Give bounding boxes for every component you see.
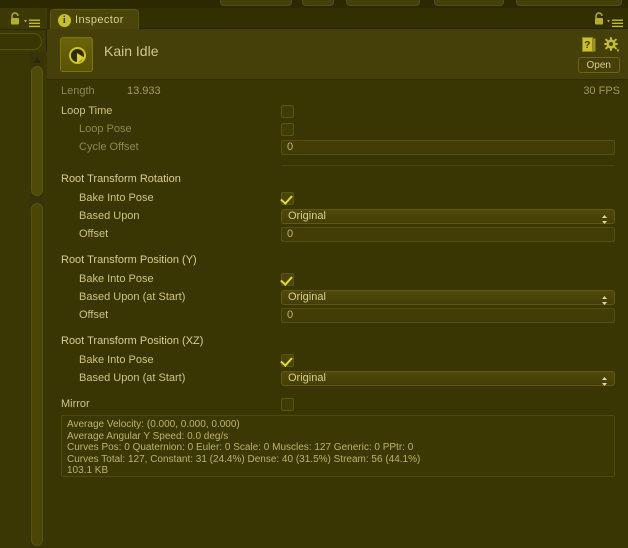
bake-into-pose-label: Bake Into Pose xyxy=(79,273,154,285)
gear-icon[interactable] xyxy=(604,37,620,53)
clip-stats-box: Average Velocity: (0.000, 0.000, 0.000) … xyxy=(61,415,615,477)
row-mirror[interactable]: Mirror xyxy=(47,393,628,415)
stat-line: Average Velocity: (0.000, 0.000, 0.000) xyxy=(67,419,240,430)
toolbar-button[interactable] xyxy=(302,0,334,6)
chevron-updown-icon xyxy=(601,293,608,305)
fps-value: 30 FPS xyxy=(583,85,620,97)
row-posy-offset[interactable]: Offset 0 xyxy=(47,306,628,324)
bake-into-pose-label: Bake Into Pose xyxy=(79,192,154,204)
row-posxz-based-upon[interactable]: Based Upon (at Start) Original xyxy=(47,369,628,387)
row-cycle-offset[interactable]: Cycle Offset 0 xyxy=(47,138,628,156)
offset-value: 0 xyxy=(287,309,294,321)
section-title: Root Transform Position (Y) xyxy=(61,254,197,266)
loop-pose-checkbox[interactable] xyxy=(281,123,294,136)
row-rot-bake-into-pose[interactable]: Bake Into Pose xyxy=(47,189,628,207)
row-posy-based-upon[interactable]: Based Upon (at Start) Original xyxy=(47,288,628,306)
object-name: Kain Idle xyxy=(104,43,159,59)
clip-stats-container: Average Velocity: (0.000, 0.000, 0.000) … xyxy=(47,415,628,481)
left-panel-scrollbar-thumb[interactable] xyxy=(31,66,43,196)
stat-line: 103.1 KB xyxy=(67,465,109,477)
based-upon-at-start-dropdown[interactable]: Original xyxy=(281,371,615,386)
based-upon-value: Original xyxy=(288,210,326,222)
based-upon-label: Based Upon xyxy=(79,210,140,222)
based-upon-at-start-label: Based Upon (at Start) xyxy=(79,372,186,384)
based-upon-at-start-dropdown[interactable]: Original xyxy=(281,290,615,305)
bake-into-pose-checkbox[interactable] xyxy=(281,354,294,367)
offset-label: Offset xyxy=(79,309,109,321)
loop-pose-label: Loop Pose xyxy=(79,123,132,135)
info-icon: i xyxy=(58,14,71,27)
based-upon-at-start-label: Based Upon (at Start) xyxy=(79,291,186,303)
offset-value: 0 xyxy=(287,228,294,240)
section-root-transform-rotation: Root Transform Rotation xyxy=(47,168,628,189)
open-button[interactable]: Open xyxy=(577,57,620,73)
inspector-menu-icon[interactable] xyxy=(607,15,623,28)
offset-field[interactable]: 0 xyxy=(281,227,615,242)
section-title: Root Transform Position (XZ) xyxy=(61,335,204,347)
stat-line: Curves Pos: 0 Quaternion: 0 Euler: 0 Sca… xyxy=(67,442,414,454)
length-row: Length 13.933 30 FPS xyxy=(47,80,628,102)
mirror-label: Mirror xyxy=(61,398,90,410)
loop-time-label: Loop Time xyxy=(61,105,113,117)
section-root-transform-position-xz: Root Transform Position (XZ) xyxy=(47,330,628,351)
toolbar-button[interactable] xyxy=(346,0,420,6)
row-rot-offset[interactable]: Offset 0 xyxy=(47,225,628,243)
length-value: 13.933 xyxy=(127,85,161,97)
length-label: Length xyxy=(61,85,95,97)
hamburger-menu-icon[interactable] xyxy=(24,15,40,28)
bake-into-pose-label: Bake Into Pose xyxy=(79,354,154,366)
chevron-updown-icon xyxy=(601,374,608,386)
section-root-transform-position-y: Root Transform Position (Y) xyxy=(47,249,628,270)
offset-field[interactable]: 0 xyxy=(281,308,615,323)
scroll-up-arrow-icon[interactable] xyxy=(31,53,43,65)
help-book-icon[interactable]: ? xyxy=(582,37,596,52)
row-loop-time[interactable]: Loop Time xyxy=(47,102,628,120)
left-panel-search-field[interactable] xyxy=(0,33,42,50)
row-loop-pose[interactable]: Loop Pose xyxy=(47,120,628,138)
inspector-window: i Inspector Kain Idle ? Open Length 13.9… xyxy=(47,8,628,548)
tab-inspector-label: Inspector xyxy=(75,14,124,26)
bake-into-pose-checkbox[interactable] xyxy=(281,273,294,286)
based-upon-at-start-value: Original xyxy=(288,372,326,384)
row-posy-bake-into-pose[interactable]: Bake Into Pose xyxy=(47,270,628,288)
inspector-body: Length 13.933 30 FPS Loop Time Loop Pose… xyxy=(47,80,628,548)
inspector-lock-icon[interactable] xyxy=(594,12,604,25)
toolbar-button[interactable] xyxy=(220,0,292,6)
cycle-offset-field[interactable]: 0 xyxy=(281,140,615,155)
bake-into-pose-checkbox[interactable] xyxy=(281,192,294,205)
animation-clip-play-icon xyxy=(60,37,93,72)
offset-label: Offset xyxy=(79,228,109,240)
section-title: Root Transform Rotation xyxy=(61,173,181,185)
tab-inspector[interactable]: i Inspector xyxy=(50,9,139,29)
left-panel-header xyxy=(0,8,47,30)
cycle-offset-label: Cycle Offset xyxy=(79,141,139,153)
row-posxz-bake-into-pose[interactable]: Bake Into Pose xyxy=(47,351,628,369)
stat-line: Average Angular Y Speed: 0.0 deg/s xyxy=(67,430,229,442)
inspector-tab-bar: i Inspector xyxy=(47,8,628,29)
left-dock-panel xyxy=(0,8,47,548)
based-upon-dropdown[interactable]: Original xyxy=(281,209,615,224)
svg-text:?: ? xyxy=(584,40,590,51)
loop-time-checkbox[interactable] xyxy=(281,105,294,118)
upper-window-toolbar-strip xyxy=(0,0,628,8)
chevron-updown-icon xyxy=(601,212,608,224)
left-panel-scrollbar-thumb-lower[interactable] xyxy=(31,203,43,546)
lock-icon[interactable] xyxy=(10,12,20,25)
row-rot-based-upon[interactable]: Based Upon Original xyxy=(47,207,628,225)
based-upon-at-start-value: Original xyxy=(288,291,326,303)
object-header: Kain Idle ? Open xyxy=(47,29,628,80)
unity-editor-screen: i Inspector Kain Idle ? Open Length 13.9… xyxy=(0,0,628,548)
toolbar-button[interactable] xyxy=(434,0,504,6)
toolbar-button[interactable] xyxy=(516,0,622,6)
mirror-checkbox[interactable] xyxy=(281,398,294,411)
stat-line: Curves Total: 127, Constant: 31 (24.4%) … xyxy=(67,453,421,465)
cycle-offset-value: 0 xyxy=(287,141,294,153)
